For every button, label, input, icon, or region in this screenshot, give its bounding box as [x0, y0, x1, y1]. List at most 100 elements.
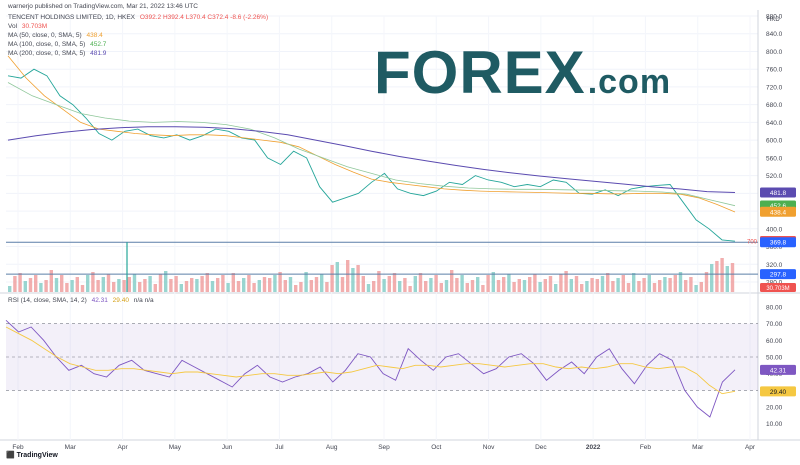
volume-bar [460, 275, 464, 292]
volume-bar [658, 280, 662, 292]
vol-legend[interactable]: Vol 30.703M [8, 22, 47, 31]
volume-bar [138, 282, 142, 292]
volume-bar [476, 277, 480, 292]
forex-suffix: .com [587, 63, 672, 101]
volume-bar [49, 270, 53, 292]
price-tick-label: 520.0 [766, 173, 783, 180]
ma100-legend[interactable]: MA (100, close, 0, SMA, 5) 452.7 [8, 40, 106, 49]
volume-bar [548, 276, 553, 292]
rsi-tick-label: 20.00 [766, 405, 783, 412]
volume-bar [543, 279, 547, 292]
volume-bar [226, 283, 230, 292]
volume-bar [647, 275, 651, 292]
volume-bar [710, 264, 714, 292]
volume-bar [309, 280, 313, 292]
volume-bar [325, 282, 329, 292]
volume-bar [91, 272, 95, 292]
volume-bar [507, 274, 511, 292]
volume-bar [351, 268, 355, 292]
publisher-credit: warnerjo published on TradingView.com, M… [8, 3, 198, 10]
volume-bar [252, 283, 256, 292]
time-tick-label: Jul [275, 444, 284, 451]
volume-bar [190, 278, 194, 292]
volume-bar [247, 275, 251, 292]
ma200-legend[interactable]: MA (200, close, 0, SMA, 5) 481.9 [8, 49, 106, 58]
time-tick-label: Nov [483, 444, 495, 451]
time-tick-label: Apr [118, 444, 129, 451]
volume-bar [517, 279, 521, 292]
volume-bar [262, 277, 267, 292]
volume-bar [574, 276, 579, 292]
volume-bar [18, 273, 22, 292]
volume-bar [668, 278, 672, 292]
volume-bar [725, 266, 729, 292]
volume-bar [205, 273, 209, 292]
forex-logo: FOREX.com [374, 38, 671, 107]
tradingview-label: TradingView [16, 452, 58, 459]
volume-label-text: 30.703M [766, 286, 789, 292]
time-tick-label: Sep [378, 444, 390, 451]
symbol-legend[interactable]: TENCENT HOLDINGS LIMITED, 1D, HKEX O392.… [8, 13, 268, 22]
volume-bar [642, 278, 646, 292]
volume-bar [569, 279, 573, 292]
price-tick-label: 840.0 [766, 31, 783, 38]
time-tick-label: Apr [745, 444, 756, 451]
volume-bar [158, 274, 163, 292]
volume-bar [424, 281, 428, 292]
volume-bar [704, 272, 709, 292]
symbol-title: TENCENT HOLDINGS LIMITED, 1D, HKEX [8, 14, 136, 21]
volume-bar [299, 282, 303, 292]
volume-bar [595, 279, 599, 292]
volume-bar [585, 281, 589, 292]
price-label-text: 481.8 [770, 190, 787, 197]
volume-bar [34, 275, 38, 292]
volume-bar [600, 276, 605, 292]
volume-bar [387, 276, 391, 292]
volume-bar [153, 284, 157, 292]
price-label-text: 438.4 [770, 209, 787, 216]
price-tag-text: 700 [747, 240, 758, 246]
volume-bar [257, 280, 261, 292]
volume-bar [221, 275, 225, 292]
volume-bar [522, 280, 527, 292]
volume-bar [450, 270, 454, 292]
volume-bar [611, 281, 615, 292]
price-tick-label: 320.0 [766, 262, 783, 269]
volume-bar [444, 280, 449, 292]
volume-bar [652, 283, 657, 292]
volume-bar [481, 285, 485, 292]
volume-bar [465, 283, 469, 292]
price-tick-label: 760.0 [766, 67, 783, 74]
volume-bar [720, 258, 724, 292]
ma50-legend[interactable]: MA (50, close, 0, SMA, 5) 438.4 [8, 31, 103, 40]
volume-bar [335, 262, 339, 292]
volume-bar [179, 284, 183, 292]
price-label-text: 297.8 [770, 272, 787, 279]
volume-bar [408, 286, 412, 292]
volume-bar [143, 279, 147, 292]
volume-bar [278, 272, 282, 292]
volume-bar [86, 275, 90, 292]
vol-value: 30.703M [21, 23, 48, 30]
time-tick-label: Feb [12, 444, 24, 451]
volume-bar [314, 277, 319, 292]
volume-bar [372, 281, 376, 292]
rsi-value: 42.31 [91, 297, 108, 304]
rsi-legend[interactable]: RSI (14, close, SMA, 14, 2) 42.31 29.40 … [8, 296, 154, 305]
rsi-band [6, 323, 758, 391]
volume-bar [559, 274, 563, 292]
volume-bar [637, 281, 641, 292]
volume-bar [236, 281, 241, 292]
ma100-label: MA (100, close, 0, SMA, 5) [8, 41, 86, 48]
price-tick-label: 600.0 [766, 138, 783, 145]
time-tick-label: Aug [326, 444, 338, 451]
volume-bar [117, 279, 121, 292]
time-tick-label: Oct [431, 444, 441, 451]
time-tick-label: Mar [65, 444, 77, 451]
ma100-value: 452.7 [90, 41, 107, 48]
volume-bar [288, 277, 293, 292]
volume-bar [80, 285, 85, 292]
price-tick-label: 400.0 [766, 226, 783, 233]
tradingview-icon: ⬛ [6, 452, 15, 459]
volume-bar [127, 277, 131, 292]
